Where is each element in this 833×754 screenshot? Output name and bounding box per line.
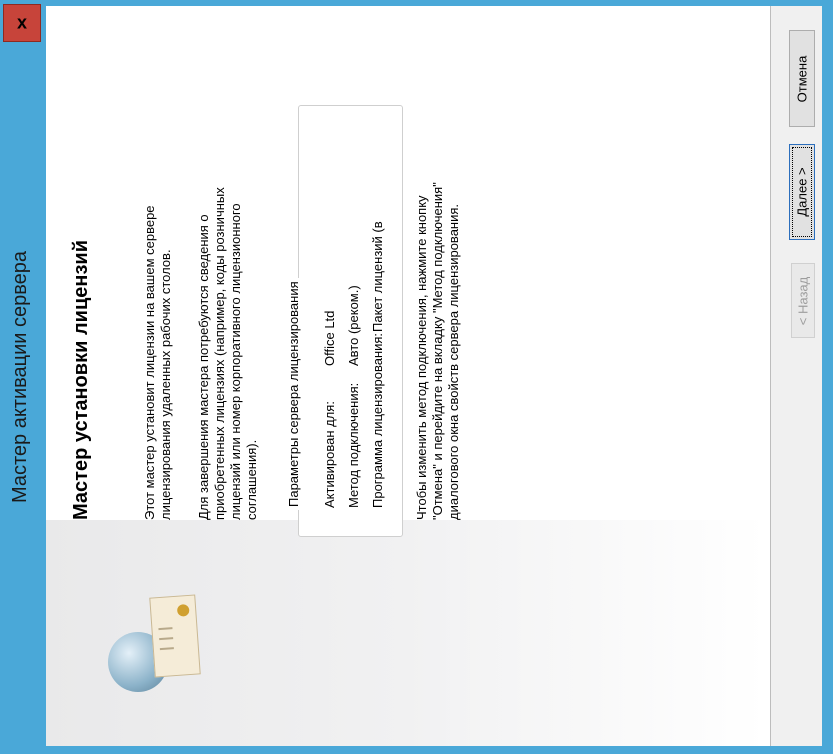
close-button[interactable]: x	[3, 4, 41, 42]
cancel-button-label: Отмена	[794, 55, 810, 102]
close-icon: x	[16, 12, 28, 33]
info-text-line-2: приобретенных лицензиях (например, коды …	[212, 187, 227, 520]
wizard-window: x Мастер активации сервера Мастер устано…	[0, 0, 833, 754]
back-button[interactable]: < Назад	[791, 263, 815, 338]
certificate-line	[159, 647, 174, 651]
param-label-licensing-program: Программа лицензирования:	[370, 332, 385, 508]
cancel-button[interactable]: Отмена	[789, 30, 815, 127]
info-text-line-3: лицензий или номер корпоративного лиценз…	[228, 203, 243, 520]
window-border-bottom	[46, 746, 833, 754]
param-value-licensing-program: Пакет лицензий (в	[370, 221, 385, 332]
title-bar: x Мастер активации сервера	[0, 0, 46, 754]
intro-text-line-1: Этот мастер установит лицензии на вашем …	[142, 205, 157, 520]
seal-icon	[176, 603, 190, 617]
group-title: Параметры сервера лицензирования	[286, 278, 302, 510]
certificate-icon	[149, 594, 201, 678]
certificate-line	[159, 637, 174, 641]
certificate-line	[158, 627, 173, 631]
intro-text-line-2: лицензирования удаленных рабочих столов.	[158, 249, 173, 520]
back-button-label: < Назад	[795, 276, 811, 325]
param-label-activated-for: Активирован для:	[322, 401, 337, 508]
info-text-line-1: Для завершения мастера потребуются сведе…	[196, 214, 211, 520]
window-title: Мастер активации сервера	[9, 250, 31, 504]
note-text-line-3: диалогового окна свойств сервера лицензи…	[446, 203, 461, 520]
window-border-right	[822, 0, 833, 754]
page-title: Мастер установки лицензий	[70, 240, 92, 520]
param-value-connection-method: Авто (реком.)	[346, 285, 361, 366]
next-button[interactable]: Далее >	[789, 144, 815, 240]
param-label-connection-method: Метод подключения:	[346, 382, 361, 508]
info-text-line-4: соглашения).	[244, 439, 259, 520]
next-button-label: Далее >	[794, 167, 810, 217]
window-border-top	[46, 0, 833, 6]
param-value-activated-for: Office Ltd	[322, 310, 337, 366]
note-text-line-2: "Отмена" и перейдите на вкладку "Метод п…	[430, 182, 445, 520]
note-text-line-1: Чтобы изменить метод подключения, нажмит…	[414, 195, 429, 520]
